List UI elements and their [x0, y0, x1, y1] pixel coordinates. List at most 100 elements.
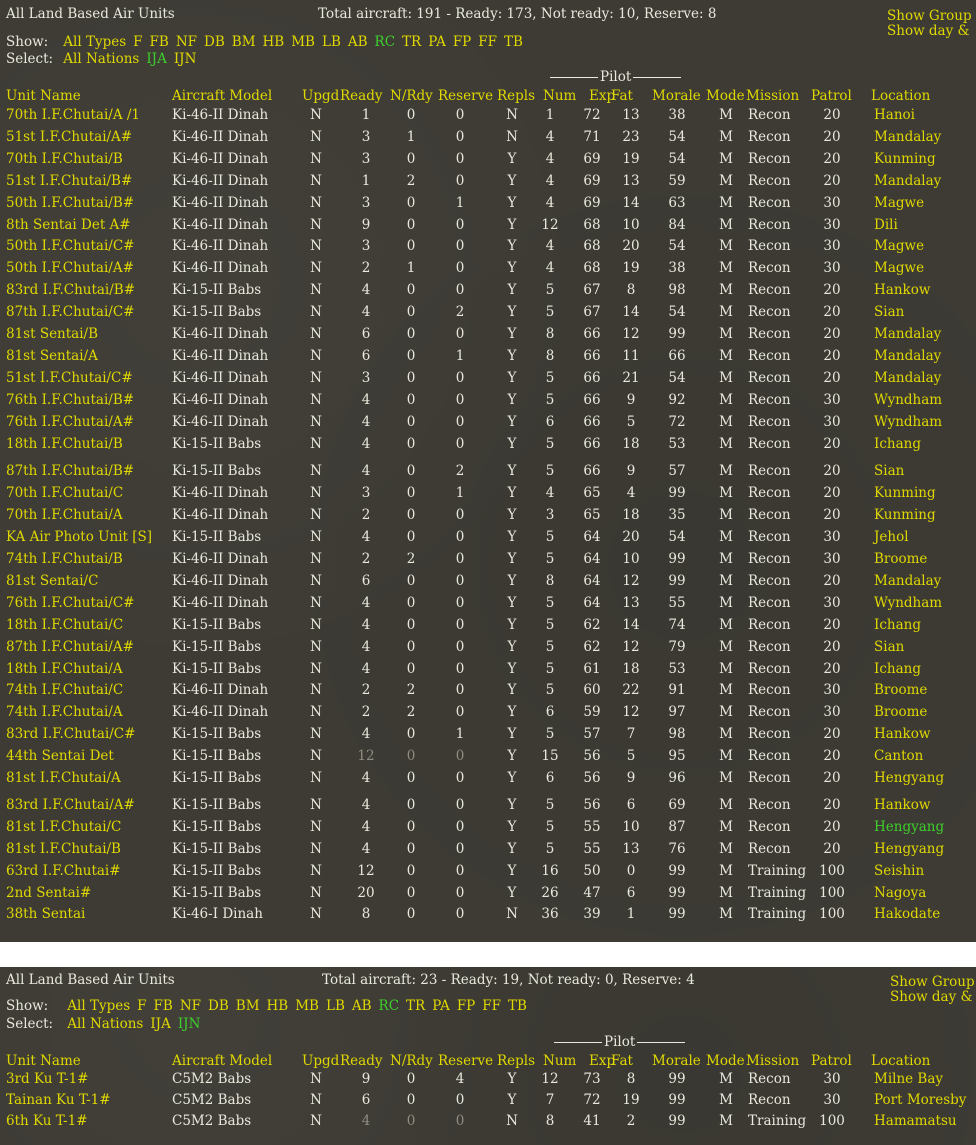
- cell-location[interactable]: Magwe: [874, 260, 924, 276]
- cell-location[interactable]: Broome: [874, 682, 927, 698]
- col-header-pilot-num[interactable]: Num: [543, 1053, 576, 1069]
- col-header-reserve[interactable]: Reserve: [438, 1053, 493, 1069]
- cell-unit-name[interactable]: 76th I.F.Chutai/C#: [6, 595, 134, 611]
- cell-unit-name[interactable]: 70th I.F.Chutai/C: [6, 485, 123, 501]
- filter-pa[interactable]: PA: [428, 34, 446, 50]
- col-header-pilot-morale[interactable]: Morale: [652, 88, 701, 104]
- table-row[interactable]: 74th I.F.Chutai/A Ki-46-II Dinah N 2 2 0 Y 6 59 1…: [0, 704, 976, 726]
- col-header-unit-name[interactable]: Unit Name: [6, 88, 81, 104]
- cell-unit-name[interactable]: 70th I.F.Chutai/A: [6, 507, 123, 523]
- cell-location[interactable]: Ichang: [874, 617, 921, 633]
- cell-location[interactable]: Dili: [874, 217, 898, 233]
- cell-location[interactable]: Hengyang: [874, 819, 944, 835]
- col-header-mode[interactable]: Mode: [706, 88, 745, 104]
- cell-location[interactable]: Mandalay: [874, 573, 941, 589]
- cell-unit-name[interactable]: 51st I.F.Chutai/B#: [6, 173, 132, 189]
- show-group-link[interactable]: Show Group: [887, 9, 972, 24]
- filter-ab[interactable]: AB: [348, 34, 368, 50]
- table-row[interactable]: KA Air Photo Unit [S] Ki-15-II Babs N 4 0 0 Y 5…: [0, 529, 976, 551]
- col-header-patrol[interactable]: Patrol: [811, 1053, 852, 1069]
- cell-location[interactable]: Ichang: [874, 436, 921, 452]
- cell-unit-name[interactable]: 70th I.F.Chutai/A /1: [6, 107, 140, 123]
- col-header-unit-name[interactable]: Unit Name: [6, 1053, 81, 1069]
- table-row[interactable]: 70th I.F.Chutai/C Ki-46-II Dinah N 3 0 1 Y 4 65 4…: [0, 485, 976, 507]
- filter-tb[interactable]: TB: [504, 34, 523, 50]
- table-row[interactable]: 2nd Sentai# Ki-15-II Babs N 20 0 0 Y 26 47 6 99 M Tr…: [0, 885, 976, 907]
- cell-unit-name[interactable]: 83rd I.F.Chutai/B#: [6, 282, 135, 298]
- filter-tb[interactable]: TB: [508, 998, 527, 1014]
- cell-unit-name[interactable]: 81st Sentai/A: [6, 348, 98, 364]
- table-row[interactable]: 18th I.F.Chutai/C Ki-15-II Babs N 4 0 0 Y 5 62 14…: [0, 617, 976, 639]
- col-header-not-ready[interactable]: N/Rdy: [390, 88, 433, 104]
- col-header-location[interactable]: Location: [871, 88, 930, 104]
- filter-db[interactable]: DB: [208, 998, 229, 1014]
- nation-filter-all-nations[interactable]: All Nations: [67, 1016, 143, 1032]
- col-header-not-ready[interactable]: N/Rdy: [390, 1053, 433, 1069]
- table-row[interactable]: 38th Sentai Ki-46-I Dinah N 8 0 0 N 36 39 1 99 M Tra…: [0, 906, 976, 928]
- cell-location[interactable]: Hankow: [874, 726, 930, 742]
- table-row[interactable]: 74th I.F.Chutai/C Ki-46-II Dinah N 2 2 0 Y 5 60 2…: [0, 682, 976, 704]
- cell-unit-name[interactable]: 18th I.F.Chutai/A: [6, 661, 123, 677]
- cell-location[interactable]: Wyndham: [874, 392, 942, 408]
- col-header-reserve[interactable]: Reserve: [438, 88, 493, 104]
- nation-filter-ijn[interactable]: IJN: [174, 51, 197, 67]
- cell-location[interactable]: Mandalay: [874, 173, 941, 189]
- table-row[interactable]: 70th I.F.Chutai/A /1 Ki-46-II Dinah N 1 0 0 N 1…: [0, 107, 976, 129]
- cell-location[interactable]: Kunming: [874, 151, 936, 167]
- cell-location[interactable]: Hankow: [874, 282, 930, 298]
- cell-unit-name[interactable]: 74th I.F.Chutai/A: [6, 704, 123, 720]
- cell-location[interactable]: Hamamatsu: [874, 1113, 957, 1129]
- cell-unit-name[interactable]: KA Air Photo Unit [S]: [6, 529, 152, 545]
- table-row[interactable]: 51st I.F.Chutai/C# Ki-46-II Dinah N 3 0 0 Y 5 66…: [0, 370, 976, 392]
- cell-unit-name[interactable]: 81st I.F.Chutai/C: [6, 819, 121, 835]
- filter-rc[interactable]: RC: [379, 998, 400, 1014]
- cell-location[interactable]: Sian: [874, 463, 904, 479]
- cell-location[interactable]: Hengyang: [874, 841, 944, 857]
- cell-unit-name[interactable]: 87th I.F.Chutai/A#: [6, 639, 134, 655]
- cell-unit-name[interactable]: 51st I.F.Chutai/A#: [6, 129, 132, 145]
- filter-fp[interactable]: FP: [453, 34, 471, 50]
- col-header-ready[interactable]: Ready: [340, 88, 382, 104]
- table-row[interactable]: 50th I.F.Chutai/B# Ki-46-II Dinah N 3 0 1 Y 4 69…: [0, 195, 976, 217]
- col-header-pilot-fat[interactable]: Fat: [611, 88, 633, 104]
- filter-ff[interactable]: FF: [478, 34, 497, 50]
- cell-unit-name[interactable]: 70th I.F.Chutai/B: [6, 151, 123, 167]
- cell-unit-name[interactable]: 81st Sentai/C: [6, 573, 98, 589]
- cell-location[interactable]: Hengyang: [874, 770, 944, 786]
- table-row[interactable]: 87th I.F.Chutai/B# Ki-15-II Babs N 4 0 2 Y 5 66 9…: [0, 463, 976, 485]
- cell-location[interactable]: Mandalay: [874, 326, 941, 342]
- table-row[interactable]: 50th I.F.Chutai/A# Ki-46-II Dinah N 2 1 0 Y 4 68…: [0, 260, 976, 282]
- table-row[interactable]: 18th I.F.Chutai/A Ki-15-II Babs N 4 0 0 Y 5 61 18…: [0, 661, 976, 683]
- show-day-link[interactable]: Show day & n: [890, 990, 976, 1005]
- filter-rc[interactable]: RC: [375, 34, 396, 50]
- table-row[interactable]: 76th I.F.Chutai/A# Ki-46-II Dinah N 4 0 0 Y 6 66…: [0, 414, 976, 436]
- col-header-upgd[interactable]: Upgd: [302, 88, 339, 104]
- filter-tr[interactable]: TR: [406, 998, 425, 1014]
- col-header-upgd[interactable]: Upgd: [302, 1053, 339, 1069]
- table-row[interactable]: 44th Sentai Det Ki-15-II Babs N 12 0 0 Y 15 56 5 9…: [0, 748, 976, 770]
- col-header-ready[interactable]: Ready: [340, 1053, 382, 1069]
- filter-db[interactable]: DB: [204, 34, 225, 50]
- cell-unit-name[interactable]: 63rd I.F.Chutai#: [6, 863, 121, 879]
- filter-mb[interactable]: MB: [291, 34, 315, 50]
- filter-fb[interactable]: FB: [150, 34, 169, 50]
- table-row[interactable]: 76th I.F.Chutai/C# Ki-46-II Dinah N 4 0 0 Y 5 64…: [0, 595, 976, 617]
- cell-unit-name[interactable]: 8th Sentai Det A#: [6, 217, 131, 233]
- filter-hb[interactable]: HB: [263, 34, 285, 50]
- filter-nf[interactable]: NF: [180, 998, 201, 1014]
- cell-unit-name[interactable]: 87th I.F.Chutai/C#: [6, 304, 134, 320]
- cell-unit-name[interactable]: 74th I.F.Chutai/C: [6, 682, 123, 698]
- cell-location[interactable]: Canton: [874, 748, 923, 764]
- nation-filter-ijn[interactable]: IJN: [178, 1016, 201, 1032]
- cell-unit-name[interactable]: 87th I.F.Chutai/B#: [6, 463, 134, 479]
- table-row[interactable]: 8th Sentai Det A# Ki-46-II Dinah N 9 0 0 Y 12 68…: [0, 217, 976, 239]
- table-row[interactable]: 87th I.F.Chutai/C# Ki-15-II Babs N 4 0 2 Y 5 67 1…: [0, 304, 976, 326]
- cell-location[interactable]: Broome: [874, 704, 927, 720]
- filter-ff[interactable]: FF: [482, 998, 501, 1014]
- filter-all-types[interactable]: All Types: [67, 998, 130, 1014]
- cell-unit-name[interactable]: 38th Sentai: [6, 906, 85, 922]
- filter-lb[interactable]: LB: [322, 34, 341, 50]
- table-row[interactable]: Tainan Ku T-1# C5M2 Babs N 6 0 0 Y 7 72 19 99 M Reco…: [0, 1092, 976, 1114]
- cell-unit-name[interactable]: 81st Sentai/B: [6, 326, 98, 342]
- filter-lb[interactable]: LB: [326, 998, 345, 1014]
